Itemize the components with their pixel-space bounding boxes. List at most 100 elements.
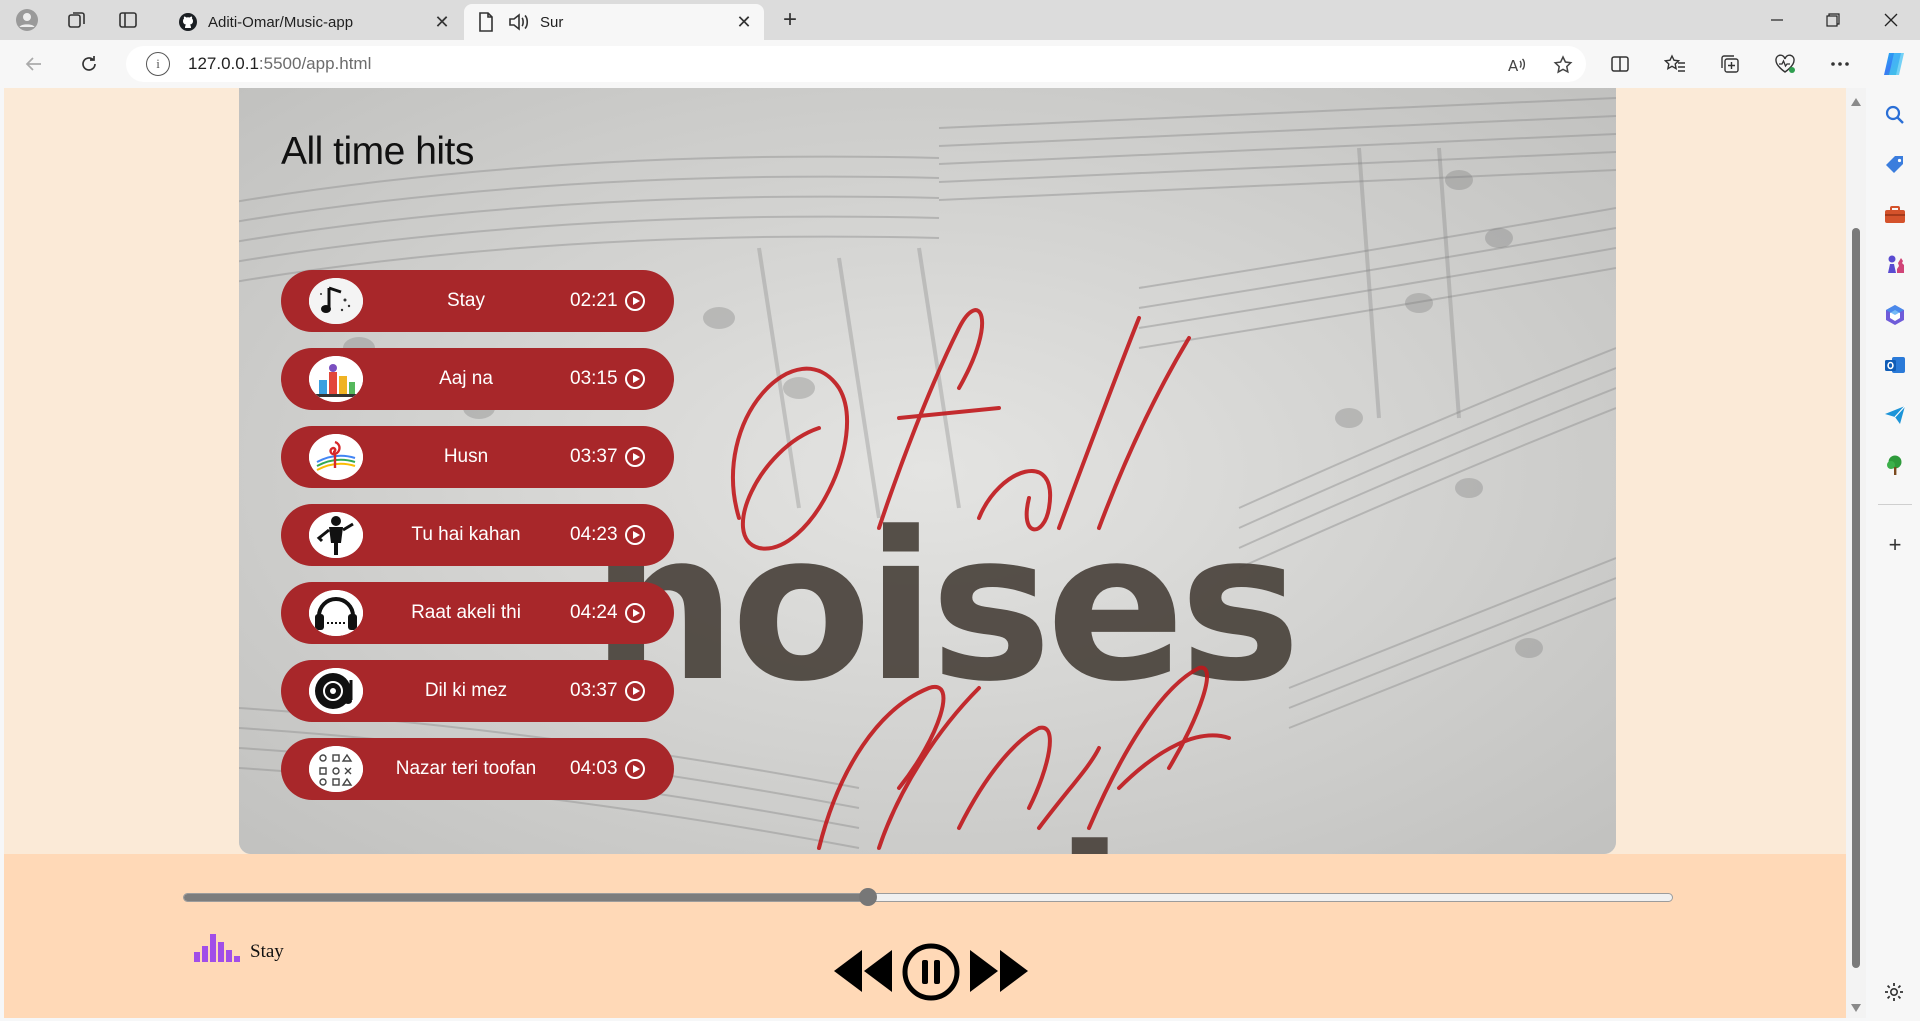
read-aloud-icon[interactable]: A	[1504, 52, 1530, 78]
minimize-icon[interactable]	[1750, 0, 1804, 40]
site-info-icon[interactable]: i	[146, 52, 170, 76]
sidebar-divider	[1878, 504, 1912, 505]
progress-fill	[184, 894, 869, 901]
song-title: Raat akeli thi	[411, 602, 521, 623]
song-item[interactable]: Husn 03:37	[281, 426, 674, 488]
song-item[interactable]: Tu hai kahan 04:23	[281, 504, 674, 566]
svg-text:A: A	[1508, 57, 1519, 75]
play-circle-icon[interactable]	[625, 681, 645, 701]
workspaces-icon[interactable]	[63, 6, 91, 34]
split-screen-icon[interactable]	[1606, 50, 1634, 78]
now-playing: Stay	[194, 934, 284, 962]
settings-gear-icon[interactable]	[1883, 981, 1907, 1005]
new-tab-icon[interactable]: +	[776, 6, 804, 34]
play-circle-icon[interactable]	[625, 447, 645, 467]
tab-sur[interactable]: Sur ✕	[464, 4, 764, 40]
url-field[interactable]: i 127.0.0.1:5500/app.html A	[126, 46, 1586, 82]
url-text: 127.0.0.1:5500/app.html	[188, 54, 371, 74]
page-scrollbar[interactable]	[1846, 88, 1866, 1018]
svg-text:music: music	[591, 804, 1234, 854]
now-playing-title: Stay	[250, 941, 284, 962]
song-duration: 04:03	[570, 758, 618, 779]
microsoft-365-icon[interactable]	[1883, 303, 1907, 327]
song-cover	[309, 356, 363, 402]
song-list: Stay 02:21 Aaj na 03:15 Husn 03:37 Tu ha…	[281, 270, 674, 816]
song-cover	[309, 590, 363, 636]
song-duration: 04:23	[570, 524, 618, 545]
song-item[interactable]: Stay 02:21	[281, 270, 674, 332]
copilot-icon[interactable]	[1880, 50, 1908, 78]
music-player-bar: Stay	[4, 854, 1846, 1018]
song-cover	[309, 434, 363, 480]
progress-slider[interactable]	[183, 893, 1673, 902]
equalizer-icon	[194, 934, 242, 962]
shopping-tag-icon[interactable]	[1883, 153, 1907, 177]
song-item[interactable]: Nazar teri toofan 04:03	[281, 738, 674, 800]
browser-window: Aditi-Omar/Music-app ✕ Sur ✕ + i 127.0.0…	[0, 0, 1920, 1021]
search-icon[interactable]	[1883, 103, 1907, 127]
tab-strip: Aditi-Omar/Music-app ✕ Sur ✕ +	[0, 0, 1920, 40]
playback-controls	[830, 942, 1030, 1006]
close-tab-icon[interactable]: ✕	[430, 10, 454, 34]
play-circle-icon[interactable]	[625, 291, 645, 311]
browser-essentials-icon[interactable]	[1771, 50, 1799, 78]
tab-title: Aditi-Omar/Music-app	[208, 13, 354, 31]
song-title: Stay	[446, 290, 486, 311]
restore-icon[interactable]	[1806, 0, 1860, 40]
games-chess-icon[interactable]	[1883, 253, 1907, 277]
tools-briefcase-icon[interactable]	[1883, 203, 1907, 227]
song-duration: 03:15	[570, 368, 618, 389]
next-icon[interactable]	[968, 946, 1032, 1001]
refresh-icon[interactable]	[75, 50, 103, 78]
progress-handle[interactable]	[859, 888, 878, 906]
back-icon[interactable]	[20, 50, 48, 78]
tab-actions-icon[interactable]	[114, 6, 142, 34]
close-window-icon[interactable]	[1864, 0, 1918, 40]
scroll-up-icon[interactable]	[1851, 98, 1861, 106]
play-circle-icon[interactable]	[625, 759, 645, 779]
url-path: :5500/app.html	[258, 54, 372, 73]
url-host: 127.0.0.1	[188, 54, 259, 73]
scroll-thumb[interactable]	[1852, 228, 1860, 968]
speaker-icon[interactable]	[508, 12, 530, 32]
song-cover	[309, 278, 363, 324]
song-item[interactable]: Aaj na 03:15	[281, 348, 674, 410]
tab-title: Sur	[540, 13, 564, 31]
song-title: Dil ki mez	[424, 680, 508, 701]
hero-banner: noises music	[239, 88, 1616, 854]
page-icon	[478, 12, 494, 32]
more-options-icon[interactable]	[1826, 50, 1854, 78]
edge-sidebar: +	[1870, 88, 1920, 1021]
play-circle-icon[interactable]	[625, 369, 645, 389]
address-bar-row: i 127.0.0.1:5500/app.html A	[0, 40, 1920, 88]
song-cover	[309, 512, 363, 558]
play-circle-icon[interactable]	[625, 603, 645, 623]
song-title: Aaj na	[439, 368, 493, 389]
song-duration: 03:37	[570, 680, 618, 701]
song-item[interactable]: Dil ki mez 03:37	[281, 660, 674, 722]
send-icon[interactable]	[1883, 403, 1907, 427]
profile-icon[interactable]	[13, 6, 41, 34]
page-viewport: noises music	[4, 88, 1846, 1018]
outlook-icon[interactable]	[1883, 353, 1907, 377]
close-tab-icon[interactable]: ✕	[732, 10, 756, 34]
github-icon	[178, 12, 198, 32]
song-title: Husn	[443, 446, 489, 467]
collections-icon[interactable]	[1716, 50, 1744, 78]
pause-circle-icon[interactable]	[901, 942, 961, 1007]
song-item[interactable]: Raat akeli thi 04:24	[281, 582, 674, 644]
song-cover	[309, 746, 363, 792]
previous-icon[interactable]	[830, 946, 894, 1001]
favorites-icon[interactable]	[1661, 50, 1689, 78]
add-sidebar-app-icon[interactable]: +	[1883, 534, 1907, 558]
page-title: All time hits	[281, 130, 474, 173]
play-circle-icon[interactable]	[625, 525, 645, 545]
tree-icon[interactable]	[1883, 453, 1907, 477]
song-title: Tu hai kahan	[411, 524, 521, 545]
favorite-star-icon[interactable]	[1550, 52, 1576, 78]
song-duration: 04:24	[570, 602, 618, 623]
song-duration: 02:21	[570, 290, 618, 311]
song-title: Nazar teri toofan	[395, 758, 537, 779]
scroll-down-icon[interactable]	[1851, 1004, 1861, 1012]
tab-github[interactable]: Aditi-Omar/Music-app ✕	[166, 4, 462, 40]
